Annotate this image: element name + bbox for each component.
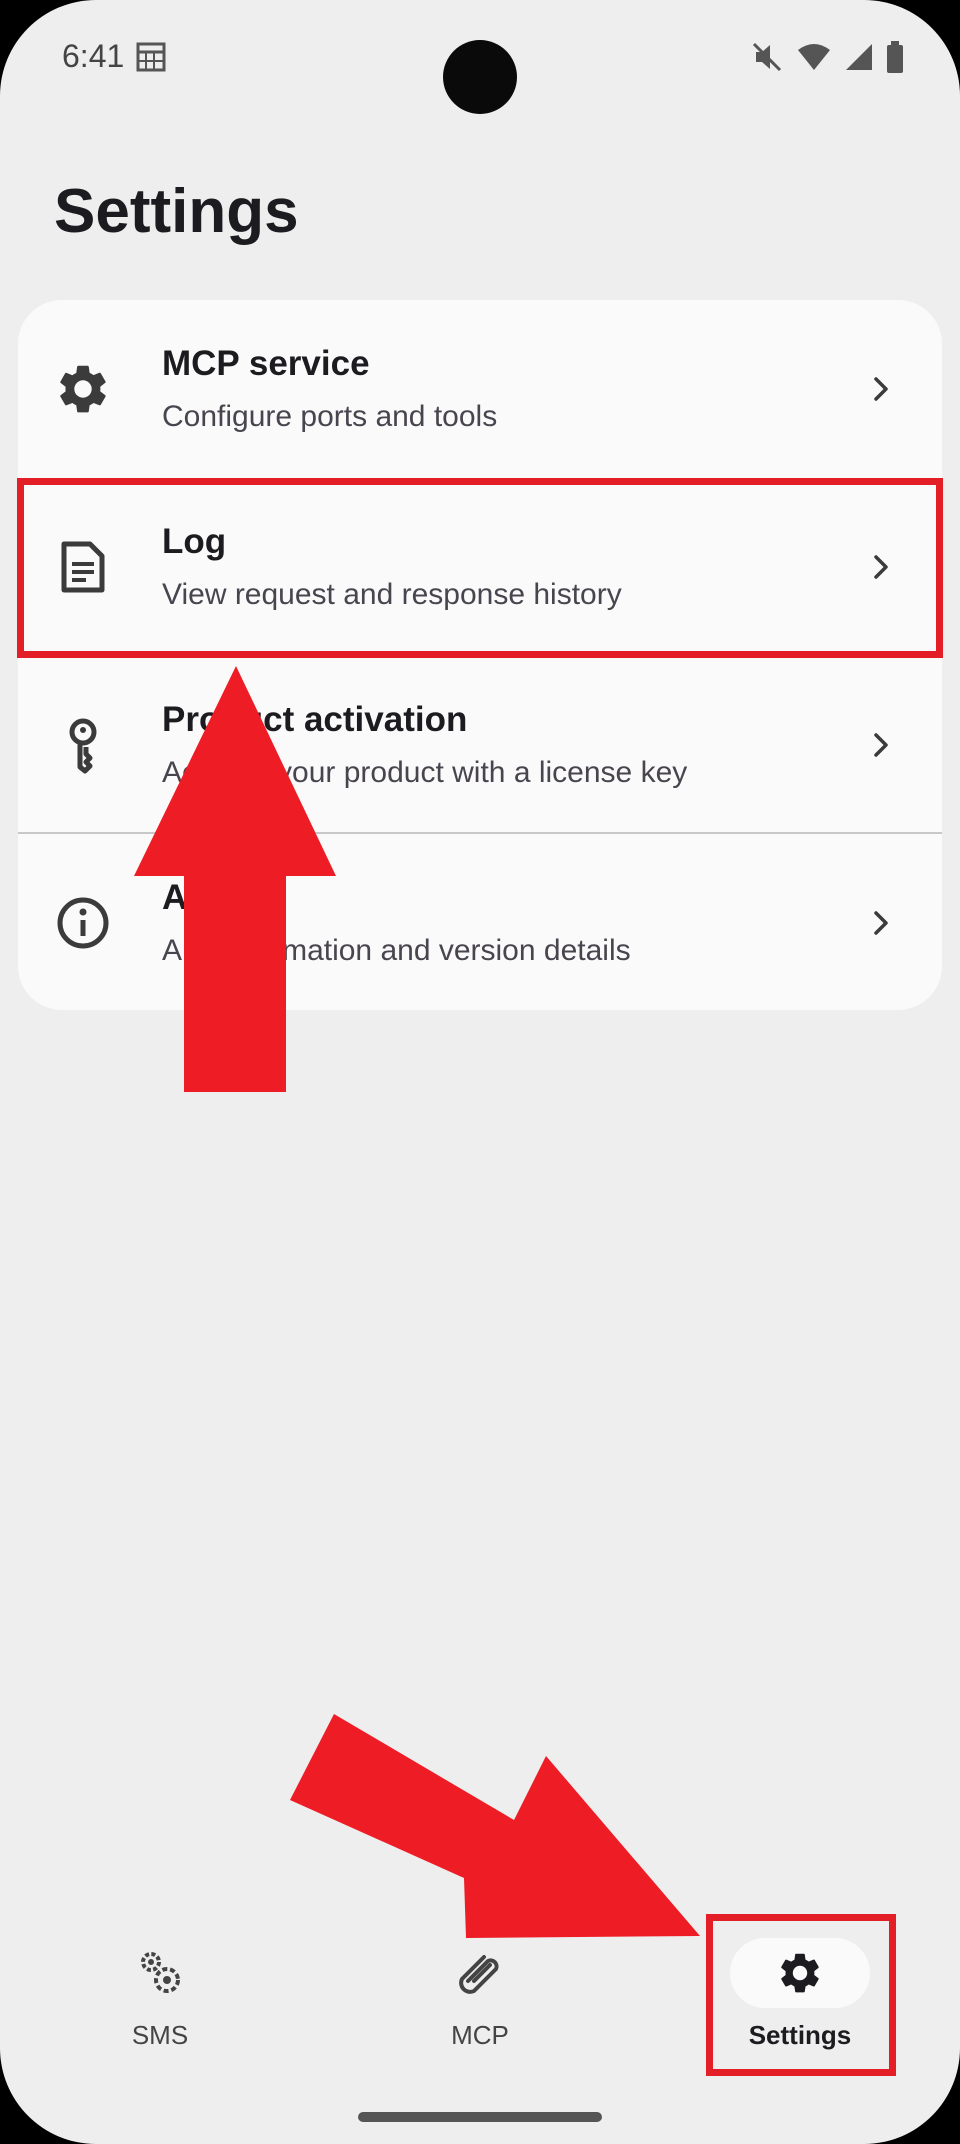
page-title: Settings (54, 177, 299, 246)
phone-screen: 6:41 Settings MCP service Configure port… (0, 0, 960, 2144)
item-title: MCP service (162, 344, 370, 383)
status-bar: 6:41 (0, 0, 960, 120)
battery-icon (886, 41, 904, 78)
settings-item-mcp-service[interactable]: MCP service Configure ports and tools (18, 300, 942, 478)
status-time: 6:41 (62, 38, 125, 74)
highlight-box-log (17, 478, 943, 658)
arrow-down-right-icon (290, 1714, 700, 1938)
nav-label: MCP (451, 2020, 509, 2050)
calendar-icon (136, 42, 166, 77)
wifi-icon (796, 42, 832, 77)
status-icons (750, 40, 904, 79)
nav-item-sms[interactable]: SMS (60, 1920, 260, 2060)
item-subtitle: App information and version details (162, 934, 631, 967)
settings-item-about[interactable]: About App information and version detail… (18, 834, 942, 1010)
gear-icon (54, 360, 112, 418)
camera-cutout (443, 40, 517, 114)
item-subtitle: Activate your product with a license key (162, 756, 688, 789)
highlight-box-settings-tab (706, 1914, 896, 2076)
settings-item-product-activation[interactable]: Product activation Activate your product… (18, 656, 942, 834)
signal-icon (844, 42, 874, 77)
chevron-right-icon (864, 372, 898, 406)
home-indicator[interactable] (358, 2112, 602, 2122)
item-subtitle: Configure ports and tools (162, 400, 498, 433)
chevron-right-icon (864, 906, 898, 940)
nav-item-mcp[interactable]: MCP (380, 1920, 580, 2060)
info-icon (54, 894, 112, 952)
chevron-right-icon (864, 728, 898, 762)
nav-label: SMS (131, 2020, 189, 2050)
gears-icon (90, 1938, 230, 2008)
item-title: About (162, 878, 264, 917)
mute-icon (750, 40, 784, 79)
paperclip-icon (410, 1938, 550, 2008)
item-title: Product activation (162, 700, 468, 739)
key-icon (54, 716, 112, 774)
